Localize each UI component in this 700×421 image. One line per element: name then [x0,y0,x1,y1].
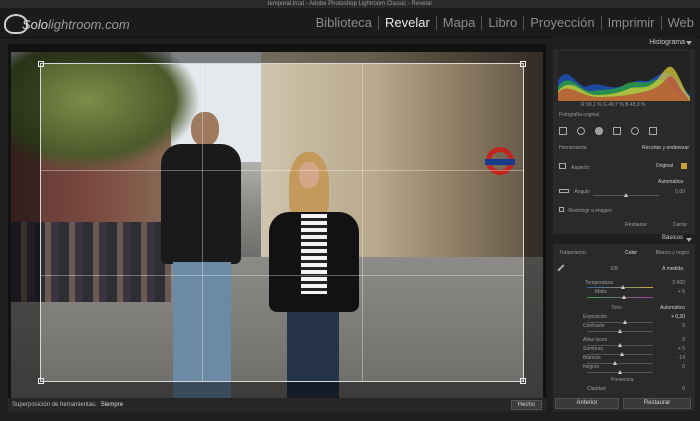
tint-label: Matiz [595,289,607,295]
module-revelar[interactable]: Revelar [379,16,437,30]
whites-label: Blancos [583,355,601,361]
restrict-checkbox[interactable] [559,207,564,212]
crop-close-button[interactable]: Cerrar [673,222,687,228]
treatment-label: Tratamiento: [559,250,587,256]
auto-button[interactable]: Automática [658,179,683,185]
toolbar: Superposición de herramientas: Siempre H… [8,398,546,412]
crop-handle[interactable] [38,378,44,384]
whites-value[interactable]: - 14 [676,355,685,361]
angle-slider[interactable] [593,193,659,197]
blacks-value[interactable]: 0 [682,364,685,370]
window-title: temporal.lrcat - Adobe Photoshop Lightro… [0,0,700,8]
image-stage [8,44,546,398]
spot-removal-icon[interactable] [577,127,585,135]
radial-filter-icon[interactable] [631,127,639,135]
crop-lock-icon[interactable] [559,163,566,169]
basic-header[interactable]: Básicos [553,234,695,244]
crop-reset-button[interactable]: Restaurar [625,222,647,228]
crop-tool-icon[interactable] [559,127,567,135]
logo: Sololightroom.com [4,12,130,36]
reset-button[interactable]: Restaurar [623,398,691,409]
blacks-label: Negros [583,364,600,370]
eyedropper-icon[interactable] [557,264,569,276]
module-picker: Biblioteca Revelar Mapa Libro Proyección… [310,16,700,30]
collapse-icon [686,41,692,45]
aspect-label: Aspecto: [571,165,591,171]
treatment-bw[interactable]: Blanco y negro [656,250,689,256]
restrict-label: Restringir a imagen [568,208,612,214]
redeye-icon[interactable] [595,127,603,135]
crop-handle[interactable] [38,61,44,67]
module-imprimir[interactable]: Imprimir [602,16,662,30]
tool-strip [559,125,689,137]
crop-handle[interactable] [520,61,526,67]
overlay-select[interactable]: Siempre [101,402,123,408]
temperature-slider[interactable] [587,285,653,289]
shadows-value[interactable]: + 5 [678,346,685,352]
collapse-icon [686,238,692,242]
logo-icon [4,14,28,34]
exposure-value[interactable]: + 0,20 [671,314,685,320]
module-libro[interactable]: Libro [482,16,525,30]
tint-value[interactable]: + 6 [678,289,685,295]
wb-select[interactable]: A medida [662,266,683,272]
presence-label: Presencia [611,377,634,383]
histogram [558,51,690,101]
photo [11,52,543,398]
logo-suffix: lightroom.com [48,16,130,32]
bottom-buttons: Anterior Restaurar [553,397,695,411]
done-button[interactable]: Hecho [510,400,542,410]
tone-label: Tono [611,305,622,311]
tool-label: Herramienta [559,145,587,151]
histogram-values: R 50,1 % G 49,7 % B 48,3 % [581,102,646,108]
crop-overlay[interactable] [38,61,526,384]
graduated-filter-icon[interactable] [613,127,621,135]
histogram-header[interactable]: Histograma [553,37,695,49]
module-biblioteca[interactable]: Biblioteca [310,16,379,30]
exposure-label: Exposición [583,314,608,320]
highlights-label: Altas luces [583,337,608,343]
angle-label: Ángulo [574,189,590,195]
brush-icon[interactable] [649,127,657,135]
highlights-value[interactable]: 0 [682,337,685,343]
blacks-slider[interactable] [587,370,653,374]
right-panel: Histograma R 50,1 % G 49,7 % B 48,3 % Fo… [553,37,695,411]
module-proyeccion[interactable]: Proyección [524,16,602,30]
wb-label: EB: [611,266,620,272]
clarity-label: Claridad [587,386,606,392]
treatment-color[interactable]: Color [625,250,637,256]
top-bar: Sololightroom.com Biblioteca Revelar Map… [0,8,700,38]
contrast-slider[interactable] [587,329,653,333]
module-web[interactable]: Web [662,16,700,30]
temperature-value[interactable]: 5.600 [672,280,685,286]
contrast-value[interactable]: 0 [682,323,685,329]
tone-auto-button[interactable]: Automático [660,305,685,311]
aspect-select[interactable]: Original [656,163,673,169]
crop-handle[interactable] [520,378,526,384]
original-photo-label: Fotografía original [559,112,600,118]
module-mapa[interactable]: Mapa [437,16,483,30]
contrast-label: Contraste [583,323,605,329]
temperature-label: Temperatura [585,280,614,286]
tint-slider[interactable] [587,295,653,299]
previous-button[interactable]: Anterior [555,398,619,409]
overlay-label: Superposición de herramientas: [12,402,97,408]
tool-value: Recortar y enderezar [642,145,689,151]
clarity-value[interactable]: 0 [682,386,685,392]
straighten-tool-icon[interactable] [559,189,569,193]
lock-icon[interactable] [681,163,687,169]
angle-value[interactable]: 0,00 [675,189,685,195]
shadows-label: Sombras [583,346,604,352]
